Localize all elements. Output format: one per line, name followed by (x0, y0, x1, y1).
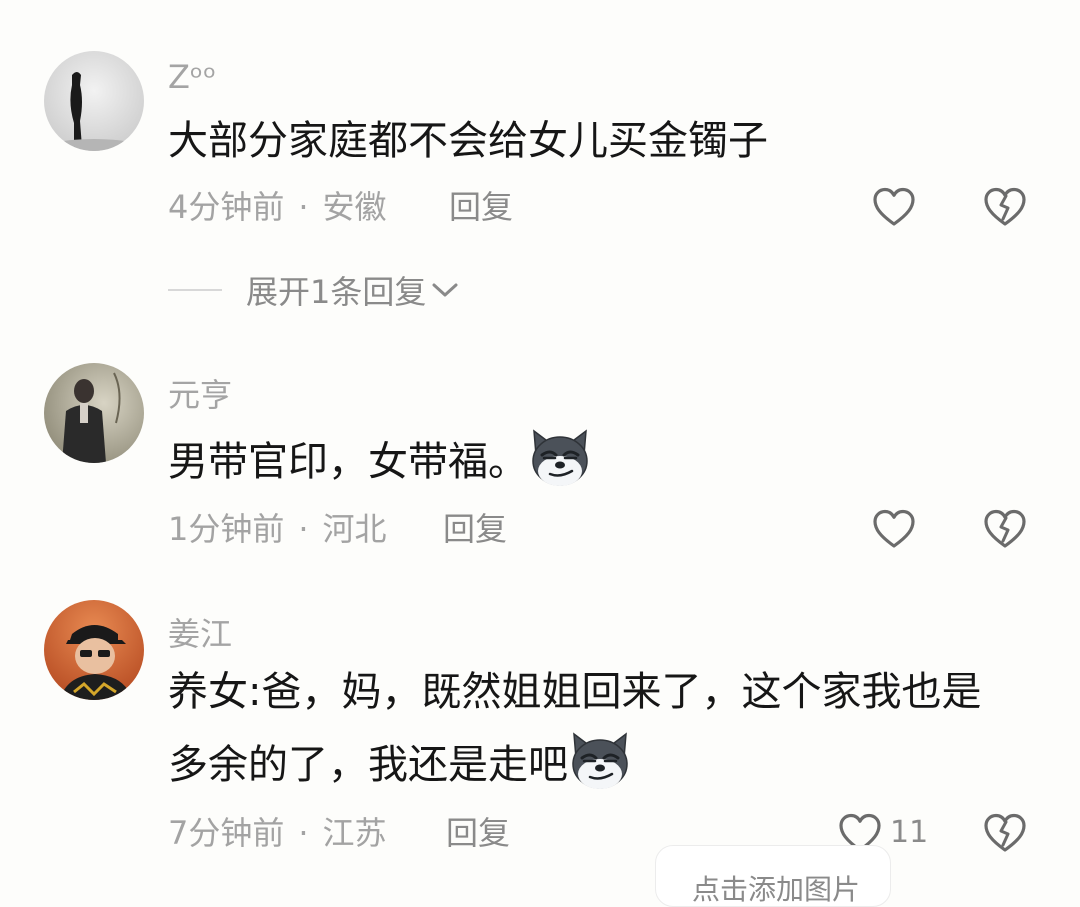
reply-button[interactable]: 回复 (449, 191, 513, 223)
comment-time: 1分钟前 (168, 510, 285, 548)
avatar[interactable] (44, 363, 144, 463)
comment-text-content: 男带官印，女带福。 (168, 439, 528, 485)
expand-replies-button[interactable]: 展开1条回复 (168, 270, 460, 311)
heart-outline-icon[interactable] (872, 187, 916, 227)
reply-button[interactable]: 回复 (446, 817, 510, 849)
broken-heart-icon[interactable] (983, 509, 1027, 549)
separator: · (298, 510, 309, 548)
add-image-hint-label: 点击添加图片 (692, 873, 861, 906)
username[interactable]: 姜江 (168, 609, 232, 655)
add-image-hint[interactable]: 点击添加图片 (655, 845, 891, 907)
like-count: 11 (890, 815, 929, 850)
comment-meta: 1分钟前 · 河北 (168, 513, 387, 545)
comment-text: 大部分家庭都不会给女儿买金镯子 (168, 118, 768, 164)
dog-smirk-emoji (568, 728, 632, 792)
separator: · (298, 188, 309, 226)
comment-text: 养女:爸，妈，既然姐姐回来了，这个家我也是 (168, 669, 982, 715)
avatar[interactable] (44, 600, 144, 700)
comment-time: 7分钟前 (168, 814, 285, 852)
comment-meta: 4分钟前 · 安徽 (168, 191, 387, 223)
avatar[interactable] (44, 51, 144, 151)
comment-text-content: 多余的了，我还是走吧 (168, 742, 568, 788)
username[interactable]: Zᵒᵒ (168, 58, 216, 96)
chevron-down-icon (432, 283, 458, 297)
broken-heart-icon[interactable] (983, 187, 1027, 227)
comment-text: 多余的了，我还是走吧 (168, 742, 632, 792)
comment-location: 河北 (322, 510, 387, 548)
broken-heart-icon[interactable] (983, 813, 1027, 853)
username[interactable]: 元亨 (168, 370, 232, 416)
heart-outline-icon[interactable] (872, 509, 916, 549)
separator: · (298, 814, 309, 852)
expand-replies-label: 展开1条回复 (246, 273, 427, 311)
comment-location: 江苏 (322, 814, 387, 852)
reply-button[interactable]: 回复 (443, 513, 507, 545)
comment-item: 元亨 男带官印，女带福。 1分钟前 · 河北 回复 (0, 330, 1080, 570)
comment-item: 姜江 养女:爸，妈，既然姐姐回来了，这个家我也是 多余的了，我还是走吧 7分钟前… (0, 570, 1080, 878)
divider-line (168, 289, 222, 291)
comment-time: 4分钟前 (168, 188, 285, 226)
comment-location: 安徽 (322, 188, 387, 226)
comment-meta: 7分钟前 · 江苏 (168, 817, 387, 849)
comment-item: Zᵒᵒ 大部分家庭都不会给女儿买金镯子 4分钟前 · 安徽 回复 展开1条回复 (0, 0, 1080, 320)
comment-text: 男带官印，女带福。 (168, 439, 592, 489)
dog-smirk-emoji (528, 425, 592, 489)
